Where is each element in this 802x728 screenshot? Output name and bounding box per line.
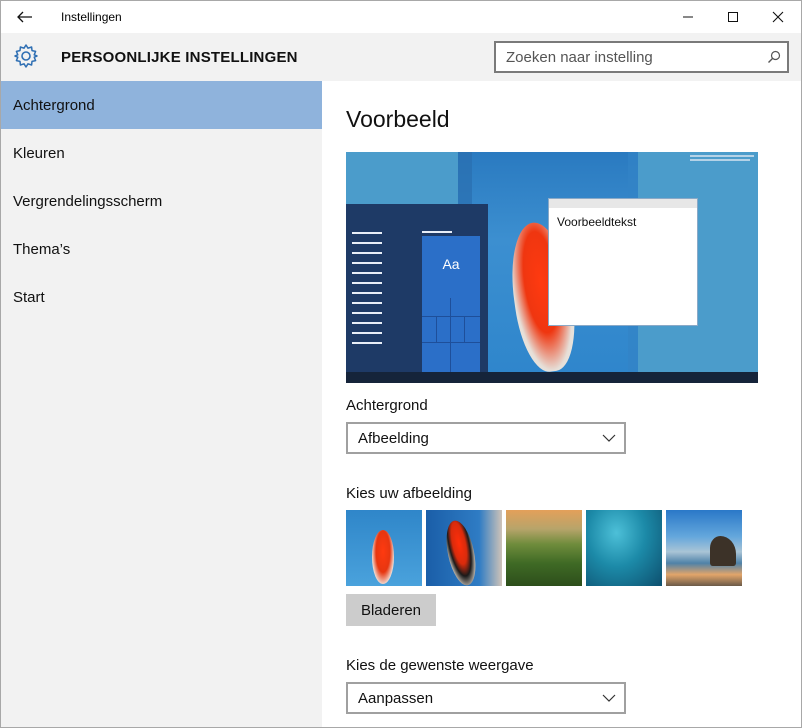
sidebar-item-label: Vergrendelingsscherm [13, 192, 163, 210]
sidebar-item-vergrendelingsscherm[interactable]: Vergrendelingsscherm [1, 177, 322, 225]
sidebar-item-achtergrond[interactable]: Achtergrond [1, 81, 322, 129]
chevron-down-icon [602, 434, 616, 442]
fit-dropdown-value: Aanpassen [358, 689, 434, 707]
main-content: Voorbeeld Aa Voorbeeldtekst Achtergrond … [322, 81, 801, 727]
sidebar-item-start[interactable]: Start [1, 273, 322, 321]
sidebar: Achtergrond Kleuren Vergrendelingsscherm… [1, 81, 322, 727]
sidebar-item-label: Start [13, 288, 45, 306]
picture-thumbnail[interactable] [666, 510, 742, 586]
maximize-button[interactable] [710, 1, 756, 33]
page-title: PERSOONLIJKE INSTELLINGEN [61, 49, 298, 66]
fit-dropdown[interactable]: Aanpassen [346, 682, 626, 714]
picture-thumbnail[interactable] [586, 510, 662, 586]
title-bar: Instellingen [1, 1, 801, 33]
preview-app-list [352, 232, 384, 352]
sidebar-item-themas[interactable]: Thema’s [1, 225, 322, 273]
minimize-icon [683, 16, 693, 18]
preview-start-menu: Aa [346, 204, 488, 372]
sidebar-item-label: Kleuren [13, 144, 65, 162]
picture-thumbnail[interactable] [506, 510, 582, 586]
desktop-preview: Aa Voorbeeldtekst [346, 152, 758, 383]
preview-tile-grid [422, 298, 480, 372]
close-button[interactable] [755, 1, 801, 33]
close-icon [772, 11, 784, 23]
chevron-down-icon [602, 694, 616, 702]
preview-tiles: Aa [422, 231, 480, 372]
preview-watermark [690, 154, 754, 164]
browse-button[interactable]: Bladeren [346, 594, 436, 626]
settings-window: Instellingen PERSOONLIJKE INSTELLINGEN A… [0, 0, 802, 728]
search-icon[interactable] [767, 50, 781, 64]
picture-thumbnails [346, 510, 746, 586]
background-dropdown-value: Afbeelding [358, 429, 429, 447]
fit-label: Kies de gewenste weergave [346, 657, 534, 674]
app-title: Instellingen [61, 10, 122, 24]
sidebar-item-label: Thema’s [13, 240, 71, 258]
preview-window-caption [549, 199, 697, 208]
preview-window: Voorbeeldtekst [548, 198, 698, 326]
sidebar-item-kleuren[interactable]: Kleuren [1, 129, 322, 177]
back-button[interactable] [1, 1, 49, 33]
picture-thumbnail[interactable] [426, 510, 502, 586]
maximize-icon [728, 12, 738, 22]
gear-icon [14, 44, 38, 68]
page-header: PERSOONLIJKE INSTELLINGEN [1, 33, 801, 81]
arrow-left-icon [17, 11, 32, 23]
background-dropdown[interactable]: Afbeelding [346, 422, 626, 454]
background-label: Achtergrond [346, 397, 428, 414]
minimize-button[interactable] [665, 1, 711, 33]
preview-window-text: Voorbeeldtekst [557, 215, 637, 229]
preview-taskbar [346, 372, 758, 383]
preview-tile-text: Aa [442, 256, 460, 272]
sidebar-item-label: Achtergrond [13, 96, 95, 114]
search-input[interactable] [496, 43, 758, 71]
picture-thumbnail[interactable] [346, 510, 422, 586]
choose-picture-label: Kies uw afbeelding [346, 485, 472, 502]
search-box[interactable] [494, 41, 789, 73]
preview-heading: Voorbeeld [346, 106, 450, 132]
